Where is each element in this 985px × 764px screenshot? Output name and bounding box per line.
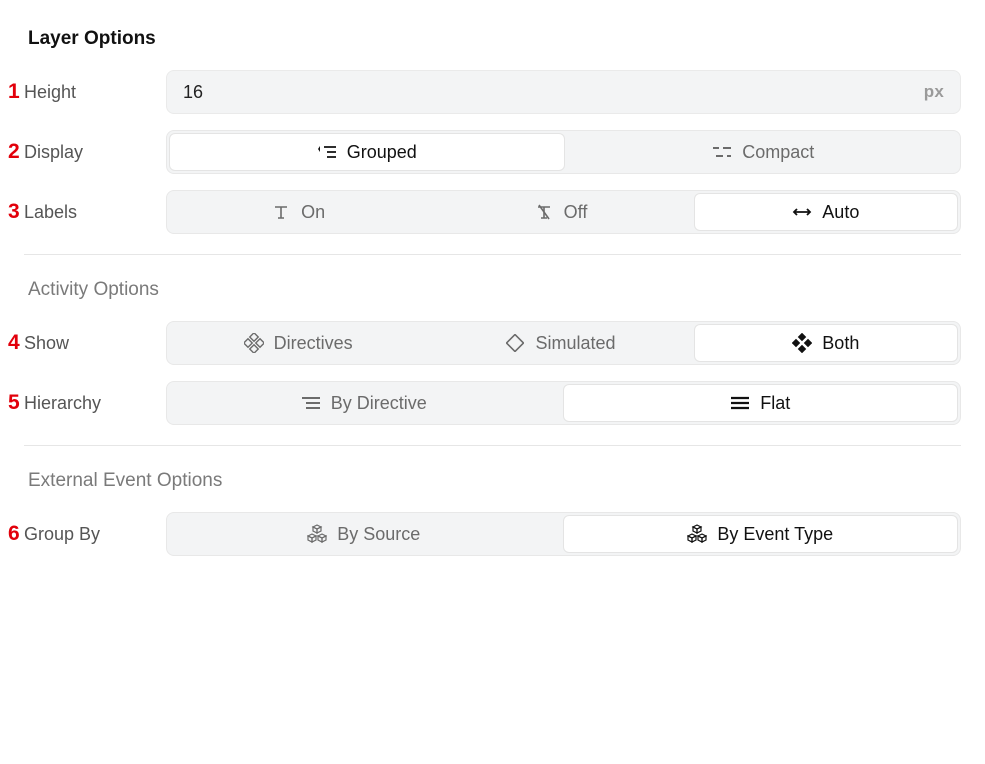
section-divider (24, 254, 961, 255)
display-label: Display (24, 142, 166, 163)
show-label: Show (24, 333, 166, 354)
show-simulated-label: Simulated (535, 333, 615, 354)
cubes-icon-active (687, 524, 707, 544)
both-icon (792, 333, 812, 353)
group-by-event-type-option[interactable]: By Event Type (563, 515, 959, 553)
group-by-row: 6 Group By (8, 512, 961, 556)
auto-width-icon (792, 202, 812, 222)
group-by-source-option[interactable]: By Source (167, 513, 561, 555)
labels-row: 3 Labels On (8, 190, 961, 234)
group-by-label: Group By (24, 524, 166, 545)
layer-options-title: Layer Options (28, 28, 961, 50)
display-compact-label: Compact (742, 142, 814, 163)
display-grouped-label: Grouped (347, 142, 417, 163)
row-marker-1: 1 (8, 80, 24, 104)
by-directive-icon (301, 393, 321, 413)
row-marker-3: 3 (8, 200, 24, 224)
show-segmented-control: Directives Simulated (166, 321, 961, 365)
height-input-wrap: px (166, 70, 961, 114)
height-label: Height (24, 82, 166, 103)
hierarchy-segmented-control: By Directive Flat (166, 381, 961, 425)
labels-off-option[interactable]: Off (429, 191, 691, 233)
labels-segmented-control: On Off (166, 190, 961, 234)
labels-label: Labels (24, 202, 166, 223)
show-both-label: Both (822, 333, 859, 354)
group-by-source-label: By Source (337, 524, 420, 545)
hierarchy-by-directive-option[interactable]: By Directive (167, 382, 561, 424)
display-grouped-option[interactable]: Grouped (169, 133, 565, 171)
activity-options-section: Activity Options 4 Show Directives (8, 279, 961, 425)
hierarchy-flat-label: Flat (760, 393, 790, 414)
show-row: 4 Show Directives (8, 321, 961, 365)
activity-options-title: Activity Options (28, 279, 961, 301)
row-marker-6: 6 (8, 522, 24, 546)
display-compact-option[interactable]: Compact (567, 131, 961, 173)
section-divider-2 (24, 445, 961, 446)
hierarchy-flat-option[interactable]: Flat (563, 384, 959, 422)
external-event-options-title: External Event Options (28, 470, 961, 492)
labels-off-label: Off (564, 202, 588, 223)
show-directives-label: Directives (274, 333, 353, 354)
group-by-segmented-control: By Source (166, 512, 961, 556)
height-unit: px (924, 82, 944, 102)
text-on-icon (271, 202, 291, 222)
compact-icon (712, 142, 732, 162)
show-directives-option[interactable]: Directives (167, 322, 429, 364)
display-segmented-control: Grouped Compact (166, 130, 961, 174)
external-event-options-section: External Event Options 6 Group By (8, 470, 961, 556)
text-off-icon (534, 202, 554, 222)
show-both-option[interactable]: Both (694, 324, 958, 362)
display-row: 2 Display Grouped (8, 130, 961, 174)
simulated-icon (505, 333, 525, 353)
height-input[interactable] (183, 82, 924, 103)
row-marker-4: 4 (8, 331, 24, 355)
cubes-icon (307, 524, 327, 544)
layer-options-section: Layer Options 1 Height px 2 Display (8, 28, 961, 234)
show-simulated-option[interactable]: Simulated (429, 322, 691, 364)
row-marker-2: 2 (8, 140, 24, 164)
hierarchy-row: 5 Hierarchy By Directive (8, 381, 961, 425)
row-marker-5: 5 (8, 391, 24, 415)
labels-auto-option[interactable]: Auto (694, 193, 958, 231)
grouped-icon (317, 142, 337, 162)
flat-icon (730, 393, 750, 413)
hierarchy-label: Hierarchy (24, 393, 166, 414)
directives-icon (244, 333, 264, 353)
labels-on-option[interactable]: On (167, 191, 429, 233)
labels-auto-label: Auto (822, 202, 859, 223)
hierarchy-by-directive-label: By Directive (331, 393, 427, 414)
labels-on-label: On (301, 202, 325, 223)
height-row: 1 Height px (8, 70, 961, 114)
group-by-event-type-label: By Event Type (717, 524, 833, 545)
